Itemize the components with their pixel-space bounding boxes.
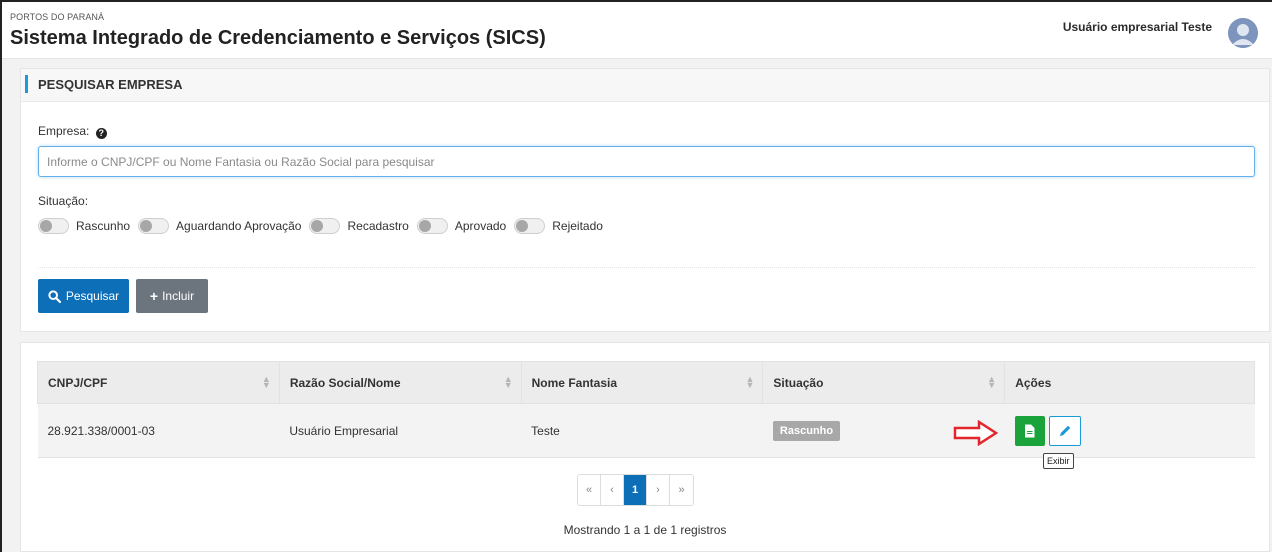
plus-icon: + (149, 288, 159, 304)
col-situacao-label: Situação (773, 375, 824, 390)
results-table: CNPJ/CPF ▲ ▼ Razão Social/Nome ▲ ▼ Nome Fant… (37, 361, 1255, 458)
situacao-label: Situação: (38, 194, 89, 208)
toggle-switch[interactable] (38, 218, 69, 234)
col-fantasia[interactable]: Nome Fantasia ▲ ▼ (520, 361, 764, 404)
incluir-label: Incluir (162, 289, 195, 303)
situacao-toggles: Rascunho Aguardando Aprovação Recadastro… (38, 218, 611, 234)
toggle-label: Rejeitado (552, 219, 603, 233)
search-icon (48, 289, 61, 303)
sort-icon: ▲ ▼ (987, 374, 997, 390)
sort-icon: ▲ ▼ (503, 374, 513, 390)
divider (38, 267, 1255, 268)
org-name: PORTOS DO PARANÁ (10, 12, 105, 22)
empresa-label: Empresa: ? (38, 124, 107, 139)
section-accent-bar (25, 75, 28, 93)
page-last-button[interactable]: » (670, 475, 693, 505)
toggle-recadastro[interactable]: Recadastro (309, 218, 409, 234)
toggle-label: Rascunho (76, 219, 131, 233)
cell-cnpj: 28.921.338/0001-03 (37, 403, 280, 458)
section-header: PESQUISAR EMPRESA (21, 69, 1269, 102)
tooltip-exibir: Exibir (1043, 453, 1074, 469)
app-title: Sistema Integrado de Credenciamento e Se… (10, 27, 546, 49)
sort-icon: ▲ ▼ (745, 374, 755, 390)
toggle-switch[interactable] (416, 218, 448, 234)
col-situacao[interactable]: Situação ▲ ▼ (762, 361, 1006, 404)
page-first-button[interactable]: « (578, 475, 601, 505)
pesquisar-button[interactable]: Pesquisar (38, 279, 129, 313)
incluir-button[interactable]: + Incluir (136, 279, 208, 313)
col-acoes: Ações (1004, 361, 1255, 404)
pesquisar-label: Pesquisar (65, 289, 120, 303)
status-badge: Rascunho (772, 420, 841, 441)
toggle-label: Aguardando Aprovação (176, 219, 302, 233)
pagination: « ‹ 1 › » (577, 474, 694, 506)
red-arrow-annotation-icon (953, 420, 999, 446)
toggle-switch[interactable] (309, 218, 341, 234)
empresa-label-text: Empresa: (38, 124, 90, 138)
col-cnpj[interactable]: CNPJ/CPF ▲ ▼ (37, 361, 280, 404)
toggle-aprovado[interactable]: Aprovado (416, 218, 507, 234)
toggle-switch[interactable] (514, 218, 546, 234)
sort-icon: ▲ ▼ (261, 374, 271, 390)
col-fantasia-label: Nome Fantasia (531, 375, 617, 390)
document-icon (1025, 424, 1035, 438)
toggle-rascunho[interactable]: Rascunho (38, 218, 130, 234)
search-card: PESQUISAR EMPRESA Empresa: ? Situação: R… (20, 68, 1270, 332)
cell-fantasia: Teste (521, 403, 763, 458)
records-info: Mostrando 1 a 1 de 1 registros (563, 523, 727, 537)
toggle-switch[interactable] (138, 218, 170, 234)
avatar-icon[interactable] (1228, 18, 1258, 48)
toggle-aguardando-aprovacao[interactable]: Aguardando Aprovação (138, 218, 301, 234)
edit-button[interactable] (1048, 416, 1081, 446)
cell-acoes (953, 403, 1255, 458)
cell-razao: Usuário Empresarial (279, 403, 522, 458)
page-next-button[interactable]: › (647, 475, 670, 505)
table-header-row: CNPJ/CPF ▲ ▼ Razão Social/Nome ▲ ▼ Nome Fant… (37, 361, 1255, 404)
user-name[interactable]: Usuário empresarial Teste (1063, 20, 1212, 34)
col-acoes-label: Ações (1015, 375, 1052, 390)
empresa-search-input[interactable] (38, 146, 1255, 177)
toggle-rejeitado[interactable]: Rejeitado (514, 218, 603, 234)
section-title: PESQUISAR EMPRESA (38, 77, 183, 92)
toggle-label: Aprovado (454, 219, 507, 233)
results-card: CNPJ/CPF ▲ ▼ Razão Social/Nome ▲ ▼ Nome Fant… (20, 342, 1270, 552)
help-icon[interactable]: ? (95, 128, 107, 139)
toggle-label: Recadastro (347, 219, 409, 233)
view-button[interactable] (1014, 416, 1045, 446)
page-prev-button[interactable]: ‹ (601, 475, 624, 505)
app-header: PORTOS DO PARANÁ Sistema Integrado de Cr… (2, 2, 1272, 59)
table-row: 28.921.338/0001-03 Usuário Empresarial T… (37, 403, 1255, 458)
window-frame-left (0, 0, 2, 552)
col-razao-label: Razão Social/Nome (289, 375, 401, 390)
col-cnpj-label: CNPJ/CPF (48, 375, 108, 390)
pencil-icon (1059, 425, 1070, 436)
col-razao[interactable]: Razão Social/Nome ▲ ▼ (278, 361, 522, 404)
page-1-button[interactable]: 1 (624, 475, 647, 505)
